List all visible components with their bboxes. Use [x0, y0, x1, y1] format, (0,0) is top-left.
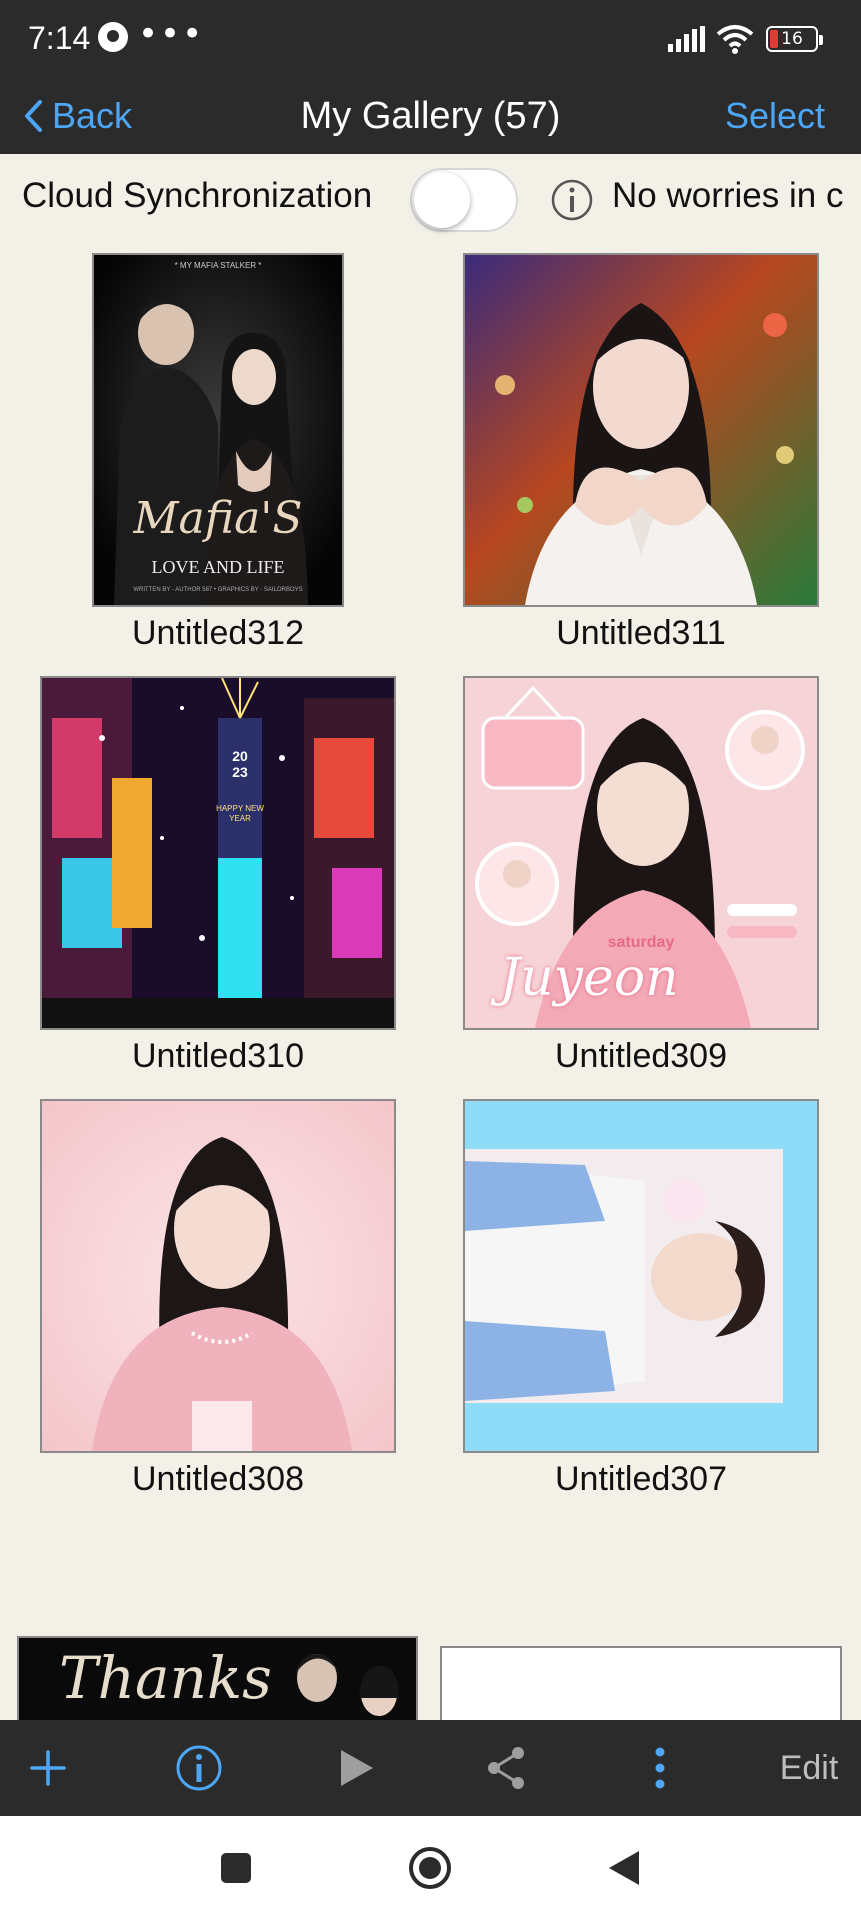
home-circle-icon — [409, 1847, 451, 1889]
play-button[interactable] — [334, 1736, 378, 1800]
poster-script-title: Mafia'S — [133, 493, 303, 544]
info-icon[interactable] — [550, 178, 594, 222]
more-options-button[interactable] — [640, 1736, 680, 1800]
pink-portrait-artwork — [42, 1101, 394, 1451]
cloud-sync-label: Cloud Synchronization — [22, 176, 373, 215]
thanks-script-text: Thanks — [59, 1644, 272, 1712]
info-button[interactable] — [174, 1736, 224, 1800]
share-button[interactable] — [482, 1736, 530, 1800]
vertical-dots-icon — [655, 1747, 665, 1789]
gallery-thumbnail-city[interactable]: 20 23 HAPPY NEW YEAR — [40, 676, 396, 1030]
back-button[interactable]: Back — [22, 88, 132, 144]
poster-small-title: * MY MAFIA STALKER * — [174, 261, 262, 270]
status-time: 7:14 — [28, 20, 91, 56]
signal-icon — [668, 26, 705, 52]
year-top-text: 20 — [232, 748, 248, 764]
cloud-sync-toggle[interactable] — [410, 168, 518, 232]
year-bottom-text: 23 — [232, 764, 248, 780]
gallery-item-title: Untitled312 — [131, 614, 304, 652]
play-icon — [341, 1750, 373, 1786]
home-button[interactable] — [406, 1844, 454, 1892]
system-navigation-bar — [0, 1816, 861, 1920]
gallery-thumbnail-portrait[interactable] — [463, 253, 819, 607]
gallery-thumbnail-poster[interactable]: * MY MAFIA STALKER * Mafia'S LOVE AND LI… — [92, 253, 344, 607]
gallery-item-title: Untitled311 — [556, 614, 726, 652]
poster-artwork — [94, 255, 342, 605]
toggle-knob — [414, 172, 470, 228]
battery-level: 16 — [781, 29, 803, 49]
gallery-thumbnail-pink-portrait[interactable] — [40, 1099, 396, 1453]
city-artwork — [42, 678, 394, 1028]
poster-subtitle: LOVE AND LIFE — [151, 557, 285, 577]
gallery-item-title: Untitled308 — [131, 1460, 304, 1498]
add-button[interactable] — [24, 1736, 72, 1800]
share-icon — [488, 1747, 524, 1789]
wifi-icon — [716, 25, 754, 54]
juyeon-script-text: Juyeon — [499, 948, 679, 1008]
plus-icon — [30, 1750, 66, 1786]
status-bar: 7:14 ••• 16 — [0, 0, 861, 78]
triangle-back-icon — [609, 1851, 639, 1885]
info-icon — [176, 1745, 222, 1791]
gallery-thumbnail-thanks[interactable]: Thanks — [17, 1636, 418, 1720]
poster-credits: WRITTEN BY - AUTHOR 587 • GRAPHICS BY - … — [133, 587, 303, 593]
blue-frame-artwork — [465, 1101, 817, 1451]
navigation-bar: Back My Gallery (57) Select — [0, 78, 861, 154]
gallery-item-title: Untitled307 — [554, 1460, 727, 1498]
select-button[interactable]: Select — [725, 88, 825, 144]
system-back-button[interactable] — [600, 1844, 648, 1892]
recent-apps-button[interactable] — [212, 1844, 260, 1892]
square-icon — [221, 1853, 251, 1883]
edit-button[interactable]: Edit — [774, 1736, 844, 1800]
gallery-thumbnail-blue-frame[interactable] — [463, 1099, 819, 1453]
gallery-item-title: Untitled310 — [131, 1037, 304, 1075]
back-label: Back — [52, 95, 133, 136]
gallery-thumbnail-blank[interactable] — [440, 1646, 842, 1720]
cloud-sync-row: Cloud Synchronization No worries in c — [0, 154, 861, 244]
cloud-sync-note: No worries in c — [612, 176, 844, 215]
gallery-thumbnail-pink-edit[interactable]: saturday Juyeon — [463, 676, 819, 1030]
more-notifications-icon: ••• — [138, 14, 205, 54]
bottom-toolbar: Edit — [0, 1720, 861, 1816]
chevron-left-icon — [25, 100, 42, 132]
gallery-item-title: Untitled309 — [554, 1037, 727, 1075]
happy-new-year-text: HAPPY NEW YEAR — [216, 804, 264, 823]
portrait-artwork — [465, 255, 817, 605]
battery-icon: 16 — [766, 26, 823, 52]
messenger-icon — [98, 22, 128, 52]
